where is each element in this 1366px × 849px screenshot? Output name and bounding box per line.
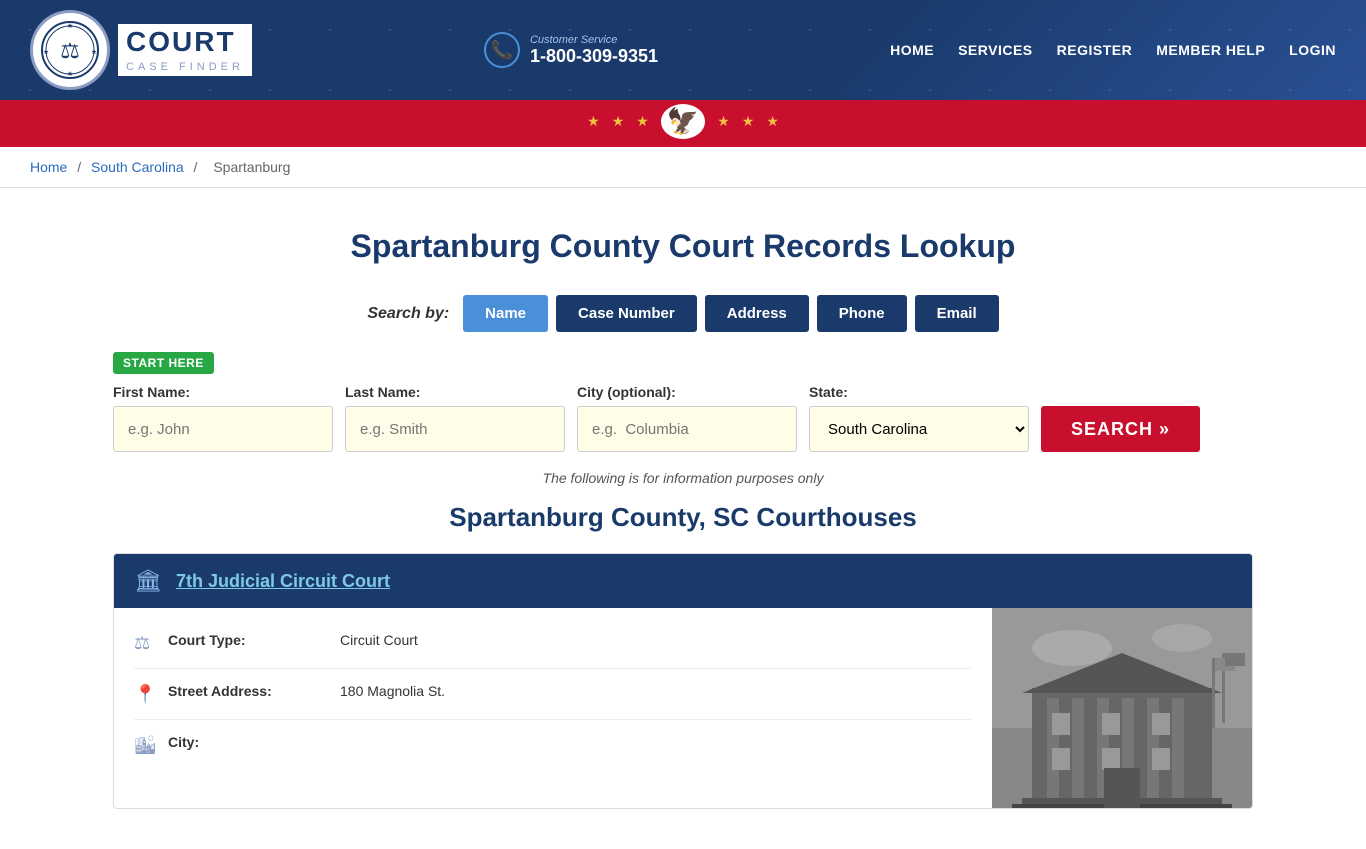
breadcrumb-state[interactable]: South Carolina xyxy=(91,159,184,175)
logo-area: ★ ★ ★ ★ ⚖ COURT CASE FINDER xyxy=(30,10,252,90)
city-row: 🏙 City: xyxy=(134,720,972,770)
svg-text:★: ★ xyxy=(67,22,73,30)
main-nav: HOME SERVICES REGISTER MEMBER HELP LOGIN xyxy=(890,42,1336,58)
tab-email[interactable]: Email xyxy=(915,295,999,332)
courthouse-body: ⚖ Court Type: Circuit Court 📍 Street Add… xyxy=(114,608,1252,808)
tab-phone[interactable]: Phone xyxy=(817,295,907,332)
nav-services[interactable]: SERVICES xyxy=(958,42,1033,58)
state-label: State: xyxy=(809,384,1029,400)
state-select[interactable]: Alabama Alaska Arizona Arkansas Californ… xyxy=(809,406,1029,452)
city-input[interactable] xyxy=(577,406,797,452)
breadcrumb-sep-2: / xyxy=(194,159,202,175)
svg-text:★: ★ xyxy=(67,70,73,78)
cs-phone: 1-800-309-9351 xyxy=(530,46,658,66)
svg-text:★: ★ xyxy=(91,48,97,56)
city-row-label: City: xyxy=(168,734,328,750)
logo-finder-text: CASE FINDER xyxy=(118,60,252,76)
courthouses-title: Spartanburg County, SC Courthouses xyxy=(113,502,1253,533)
site-header: ★ ★ ★ ★ ⚖ COURT CASE FINDER 📞 Customer S… xyxy=(0,0,1366,147)
logo-circle: ★ ★ ★ ★ ⚖ xyxy=(30,10,110,90)
logo-text: COURT CASE FINDER xyxy=(118,24,252,76)
svg-text:★: ★ xyxy=(43,48,49,56)
courthouse-info: ⚖ Court Type: Circuit Court 📍 Street Add… xyxy=(114,608,992,808)
courthouse-name-link[interactable]: 7th Judicial Circuit Court xyxy=(176,571,390,592)
street-label: Street Address: xyxy=(168,683,328,699)
search-button[interactable]: SEARCH » xyxy=(1041,406,1200,452)
location-icon: 📍 xyxy=(134,683,156,705)
page-title: Spartanburg County Court Records Lookup xyxy=(113,228,1253,265)
courthouse-image xyxy=(992,608,1252,808)
cs-text: Customer Service 1-800-309-9351 xyxy=(530,34,658,67)
nav-login[interactable]: LOGIN xyxy=(1289,42,1336,58)
street-row: 📍 Street Address: 180 Magnolia St. xyxy=(134,669,972,720)
last-name-label: Last Name: xyxy=(345,384,565,400)
start-here-badge: START HERE xyxy=(113,352,214,374)
first-name-group: First Name: xyxy=(113,384,333,452)
search-by-row: Search by: Name Case Number Address Phon… xyxy=(113,295,1253,332)
nav-register[interactable]: REGISTER xyxy=(1057,42,1133,58)
tab-address[interactable]: Address xyxy=(705,295,809,332)
nav-home[interactable]: HOME xyxy=(890,42,934,58)
last-name-group: Last Name: xyxy=(345,384,565,452)
courthouse-header: 🏛 7th Judicial Circuit Court xyxy=(114,554,1252,608)
breadcrumb-county: Spartanburg xyxy=(213,159,290,175)
breadcrumb-home[interactable]: Home xyxy=(30,159,67,175)
tab-case-number[interactable]: Case Number xyxy=(556,295,697,332)
first-name-label: First Name: xyxy=(113,384,333,400)
phone-icon: 📞 xyxy=(484,32,520,68)
gavel-icon: ⚖ xyxy=(134,632,156,654)
state-group: State: Alabama Alaska Arizona Arkansas C… xyxy=(809,384,1029,452)
city-label: City (optional): xyxy=(577,384,797,400)
court-type-value: Circuit Court xyxy=(340,632,418,648)
tab-name[interactable]: Name xyxy=(463,295,548,332)
svg-text:⚖: ⚖ xyxy=(60,38,80,63)
city-icon: 🏙 xyxy=(134,734,156,756)
court-type-row: ⚖ Court Type: Circuit Court xyxy=(134,618,972,669)
last-name-input[interactable] xyxy=(345,406,565,452)
street-value: 180 Magnolia St. xyxy=(340,683,445,699)
breadcrumb: Home / South Carolina / Spartanburg xyxy=(0,147,1366,188)
logo-court-text: COURT xyxy=(118,24,252,60)
search-by-label: Search by: xyxy=(367,305,449,323)
customer-service: 📞 Customer Service 1-800-309-9351 xyxy=(484,32,658,68)
first-name-input[interactable] xyxy=(113,406,333,452)
info-notice: The following is for information purpose… xyxy=(113,470,1253,486)
main-content: Spartanburg County Court Records Lookup … xyxy=(83,188,1283,849)
breadcrumb-sep-1: / xyxy=(77,159,85,175)
courthouse-card: 🏛 7th Judicial Circuit Court ⚖ Court Typ… xyxy=(113,553,1253,809)
city-group: City (optional): xyxy=(577,384,797,452)
courthouse-icon: 🏛 xyxy=(134,568,162,594)
court-type-label: Court Type: xyxy=(168,632,328,648)
cs-label: Customer Service xyxy=(530,34,658,46)
search-form: First Name: Last Name: City (optional): … xyxy=(113,384,1253,452)
nav-member-help[interactable]: MEMBER HELP xyxy=(1156,42,1265,58)
